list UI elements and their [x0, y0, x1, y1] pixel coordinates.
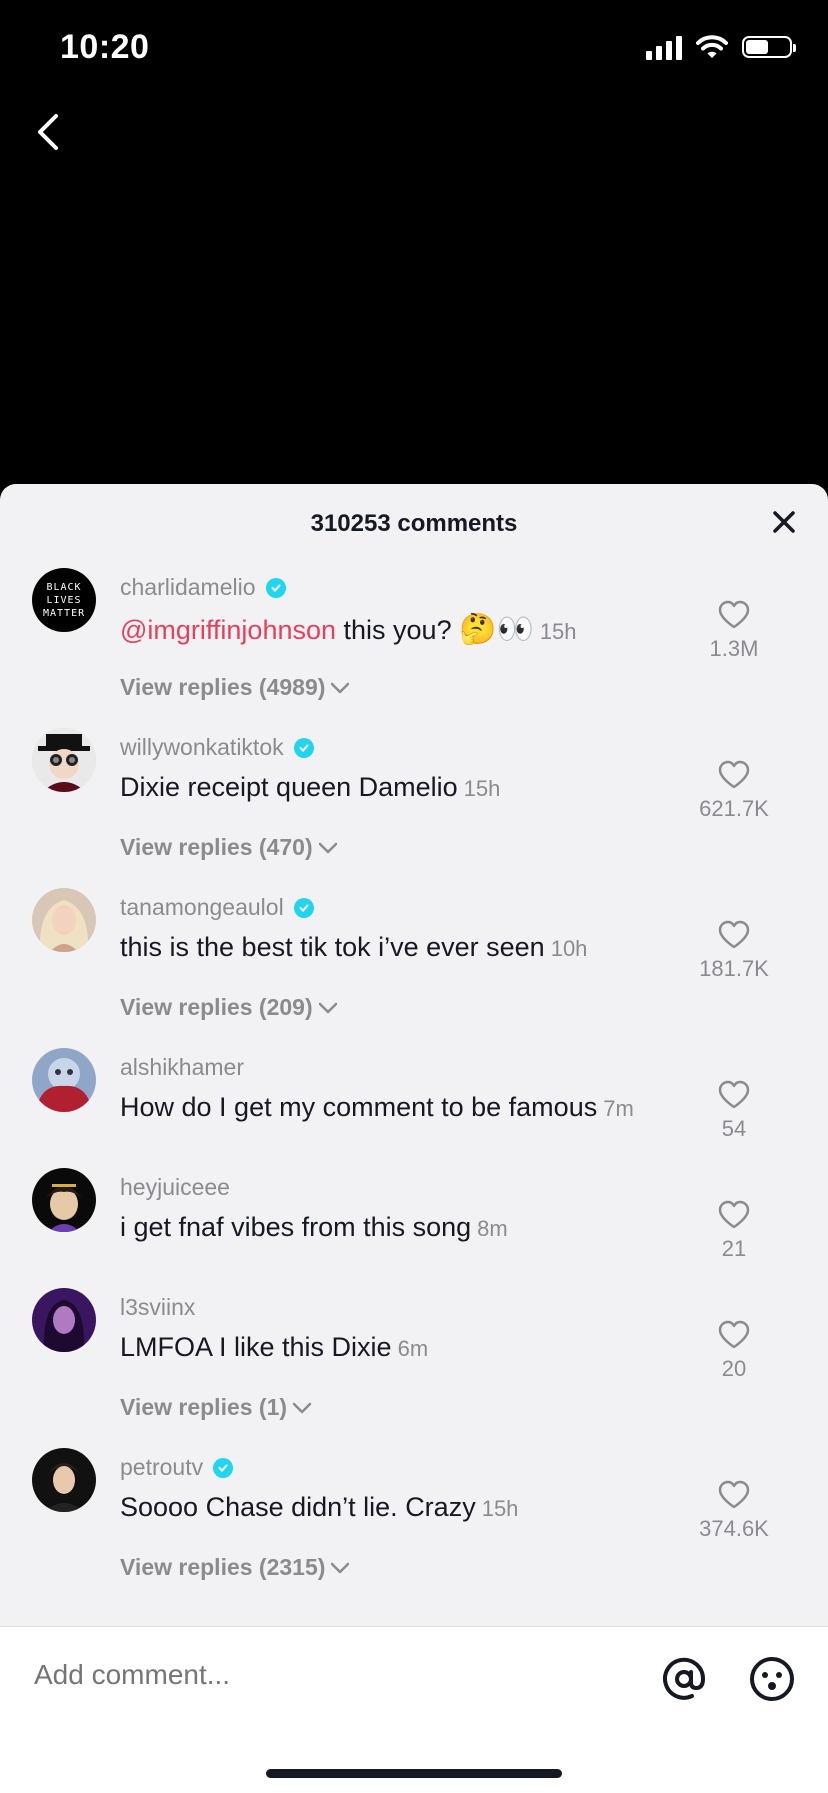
like-button[interactable]: 181.7K: [689, 920, 779, 982]
like-button[interactable]: 20: [689, 1320, 779, 1382]
comment-emoji: 🤔👀: [459, 613, 534, 646]
verified-icon: [213, 1457, 234, 1478]
avatar[interactable]: [32, 1448, 96, 1512]
comment-username[interactable]: willywonkatiktok: [120, 734, 314, 761]
mention-at-icon[interactable]: [660, 1655, 708, 1703]
verified-icon: [293, 897, 314, 918]
like-count: 374.6K: [699, 1516, 769, 1541]
comment-time: 15h: [539, 619, 577, 644]
like-count: 20: [721, 1356, 747, 1381]
comment-username[interactable]: heyjuiceee: [120, 1174, 230, 1201]
comment-time: 10h: [550, 936, 588, 961]
comments-count: 310253 comments: [310, 510, 518, 537]
heart-icon: [718, 920, 750, 949]
verified-icon: [293, 737, 314, 758]
comment-username[interactable]: alshikhamer: [120, 1054, 244, 1081]
comments-header: 310253 comments: [0, 484, 828, 560]
chevron-down-icon: [331, 682, 350, 693]
chevron-down-icon: [318, 1002, 337, 1013]
avatar[interactable]: BLACK LIVES MATTER: [32, 568, 96, 632]
comment-item: petroutv Soooo Chase didn’t lie. Crazy 15…: [0, 1440, 828, 1600]
wifi-icon: [696, 35, 728, 58]
like-button[interactable]: 1.3M: [689, 600, 779, 662]
heart-icon: [718, 1200, 750, 1229]
comment-input[interactable]: [34, 1659, 594, 1691]
comments-list: BLACK LIVES MATTER charlidamelio @imgrif…: [0, 560, 828, 1600]
battery-icon: [742, 36, 796, 58]
avatar[interactable]: [32, 888, 96, 952]
back-button[interactable]: [30, 110, 70, 154]
emoji-icon[interactable]: [748, 1655, 796, 1703]
heart-icon: [718, 1080, 750, 1109]
comment-text: LMFOA I like this Dixie 6m: [120, 1332, 429, 1362]
comment-text: this is the best tik tok i’ve ever seen 1…: [120, 932, 588, 962]
avatar[interactable]: [32, 728, 96, 792]
comment-time: 8m: [477, 1216, 508, 1241]
comment-item: l3sviinx LMFOA I like this Dixie 6m View …: [0, 1280, 828, 1440]
comment-text: @imgriffinjohnson this you? 🤔👀 15h: [120, 613, 577, 646]
status-icons: [646, 34, 796, 60]
comment-composer: [0, 1626, 828, 1793]
like-count: 181.7K: [699, 956, 769, 981]
comment-time: 6m: [397, 1336, 429, 1361]
comment-item: alshikhamer How do I get my comment to b…: [0, 1040, 828, 1160]
view-replies-button[interactable]: View replies (470): [120, 834, 339, 861]
heart-icon: [718, 760, 750, 789]
comment-text: Dixie receipt queen Damelio 15h: [120, 772, 501, 802]
comment-item: willywonkatiktok Dixie receipt queen Dam…: [0, 720, 828, 880]
status-bar: 10:20: [0, 0, 828, 100]
comment-username[interactable]: l3sviinx: [120, 1294, 195, 1321]
like-count: 1.3M: [709, 636, 759, 661]
signal-icon: [646, 34, 682, 60]
like-button[interactable]: 374.6K: [689, 1480, 779, 1542]
like-count: 621.7K: [699, 796, 769, 821]
comment-username[interactable]: petroutv: [120, 1454, 234, 1481]
avatar-badge-text: BLACK LIVES MATTER: [43, 581, 86, 619]
view-replies-button[interactable]: View replies (209): [120, 994, 339, 1021]
like-count: 54: [721, 1116, 747, 1141]
heart-icon: [718, 1480, 750, 1509]
heart-icon: [718, 1320, 750, 1349]
avatar[interactable]: [32, 1048, 96, 1112]
comment-text: Soooo Chase didn’t lie. Crazy 15h: [120, 1492, 519, 1522]
view-replies-button[interactable]: View replies (2315): [120, 1554, 351, 1581]
comments-sheet: 310253 comments BLACK LIVES MATTER charl…: [0, 484, 828, 1792]
comment-text: i get fnaf vibes from this song 8m: [120, 1212, 508, 1242]
close-button[interactable]: [770, 508, 798, 536]
chevron-down-icon: [292, 1402, 312, 1413]
avatar[interactable]: [32, 1288, 96, 1352]
comment-time: 15h: [463, 776, 501, 801]
comment-mention[interactable]: @imgriffinjohnson: [120, 615, 336, 645]
avatar[interactable]: [32, 1168, 96, 1232]
comment-time: 15h: [481, 1496, 519, 1521]
chevron-down-icon: [318, 842, 337, 853]
like-button[interactable]: 54: [689, 1080, 779, 1142]
view-replies-button[interactable]: View replies (4989): [120, 674, 351, 701]
status-time: 10:20: [60, 28, 150, 66]
comment-time: 7m: [603, 1096, 634, 1121]
comment-item: heyjuiceee i get fnaf vibes from this so…: [0, 1160, 828, 1280]
like-button[interactable]: 21: [689, 1200, 779, 1262]
comment-item: tanamongeaulol this is the best tik tok …: [0, 880, 828, 1040]
comment-item: BLACK LIVES MATTER charlidamelio @imgrif…: [0, 560, 828, 720]
verified-icon: [265, 577, 286, 598]
heart-icon: [718, 600, 750, 629]
view-replies-button[interactable]: View replies (1): [120, 1394, 313, 1421]
like-count: 21: [721, 1236, 747, 1261]
home-indicator: [266, 1769, 562, 1778]
comment-username[interactable]: tanamongeaulol: [120, 894, 314, 921]
like-button[interactable]: 621.7K: [689, 760, 779, 822]
chevron-down-icon: [331, 1562, 350, 1573]
comment-text: How do I get my comment to be famous 7m: [120, 1092, 634, 1122]
comment-username[interactable]: charlidamelio: [120, 574, 286, 601]
